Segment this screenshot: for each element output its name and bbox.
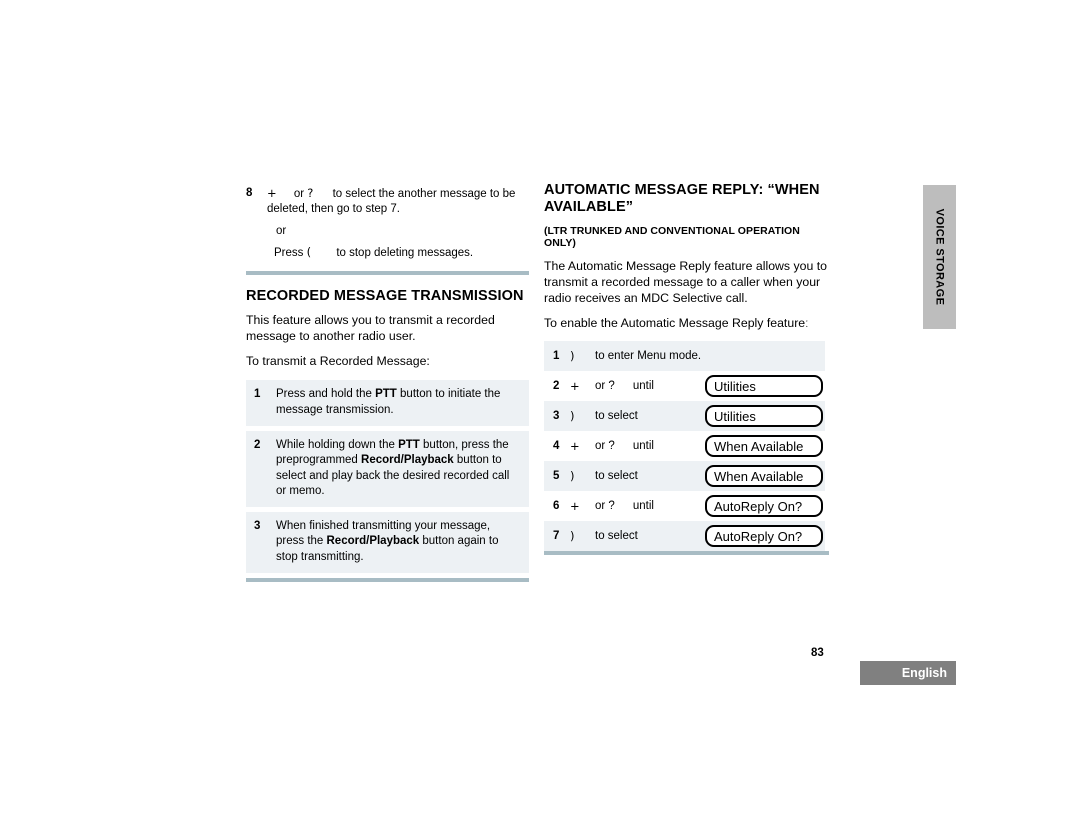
auto-reply-paragraph-2: To enable the Automatic Message Reply fe… bbox=[544, 316, 809, 331]
radio-display-readout: Utilities bbox=[705, 375, 823, 398]
menu-key-icon: ) bbox=[570, 349, 575, 364]
menu-step-number: 7 bbox=[553, 530, 560, 543]
auto-message-reply-title: AUTOMATIC MESSAGE REPLY: “WHEN AVAILABLE… bbox=[544, 182, 820, 215]
down-arrow-key-icon: ? bbox=[307, 186, 314, 200]
manual-page: 8 + or ? to select the another message t… bbox=[0, 0, 1080, 834]
language-badge: English bbox=[860, 661, 956, 685]
left-column: 8 + or ? to select the another message t… bbox=[246, 186, 529, 582]
chapter-tab-label: VOICE STORAGE bbox=[933, 208, 946, 306]
menu-step-number: 2 bbox=[553, 380, 560, 393]
section-divider-top bbox=[246, 270, 529, 275]
press-stop-text: to stop deleting messages. bbox=[336, 247, 474, 260]
radio-display-readout: AutoReply On? bbox=[705, 495, 823, 518]
menu-step-row: 7) to select AutoReply On? bbox=[544, 521, 825, 552]
auto-message-reply-subtitle: (LTR TRUNKED AND CONVENTIONAL OPERATION … bbox=[544, 224, 800, 250]
menu-key-icon: + bbox=[570, 379, 580, 394]
menu-steps-table: 1) to enter Menu mode. 2 + or ? until Utilitie… bbox=[544, 341, 825, 552]
menu-key-icon: ) bbox=[570, 469, 575, 484]
step-text: While holding down the PTT button, press… bbox=[276, 438, 521, 499]
menu-action-label: to select bbox=[595, 470, 638, 483]
recorded-message-intro: This feature allows you to transmit a re… bbox=[246, 313, 495, 344]
menu-action-label: or ? bbox=[595, 500, 615, 513]
radio-display-readout: When Available bbox=[705, 465, 823, 488]
step-number: 8 bbox=[246, 187, 253, 199]
emphasis-term: Record/Playback bbox=[361, 454, 454, 467]
menu-step-number: 5 bbox=[553, 470, 560, 483]
recorded-message-leadin: To transmit a Recorded Message: bbox=[246, 354, 430, 369]
menu-step-action: to enter Menu mode. bbox=[595, 350, 825, 362]
menu-key-icon: + bbox=[570, 439, 580, 454]
menu-action-label: or ? bbox=[595, 440, 615, 453]
auto-reply-paragraph-1: The Automatic Message Reply feature allo… bbox=[544, 259, 827, 306]
press-stop-line: Press ( to stop deleting messages. bbox=[246, 245, 529, 261]
language-label: English bbox=[901, 666, 947, 680]
menu-step-row: 2 + or ? until Utilities bbox=[544, 371, 825, 401]
menu-step-row: 1) to enter Menu mode. bbox=[544, 341, 825, 372]
menu-step-number: 1 bbox=[553, 350, 560, 363]
step-text: + or ? to select the another message to … bbox=[267, 186, 529, 218]
radio-display-readout: AutoReply On? bbox=[705, 525, 823, 548]
menu-step-row: 5) to select When Available bbox=[544, 461, 825, 492]
emphasis-term: PTT bbox=[375, 388, 397, 401]
menu-until-label: until bbox=[632, 380, 654, 393]
recorded-message-steps: 1 Press and hold the PTT button to initia… bbox=[246, 380, 529, 573]
step-number: 1 bbox=[254, 388, 261, 401]
radio-display-readout: Utilities bbox=[705, 405, 823, 428]
right-column: AUTOMATIC MESSAGE REPLY: “WHEN AVAILABLE… bbox=[544, 182, 829, 556]
menu-table-divider bbox=[544, 551, 829, 556]
instruction-step: 2 While holding down the PTT button, pres… bbox=[246, 430, 529, 508]
menu-until-label: until bbox=[632, 440, 654, 453]
emphasis-term: PTT bbox=[398, 438, 420, 451]
or-separator-line: or bbox=[276, 224, 287, 237]
page-number: 83 bbox=[811, 647, 824, 659]
menu-step-number: 3 bbox=[553, 410, 560, 423]
menu-action-label: to select bbox=[595, 410, 638, 423]
menu-key-icon: ) bbox=[570, 529, 575, 544]
emphasis-term: Record/Playback bbox=[326, 535, 420, 548]
menu-until-label: until bbox=[632, 500, 654, 513]
up-arrow-key-icon: + bbox=[267, 186, 277, 200]
menu-step-row: 6 + or ? until AutoReply On? bbox=[544, 491, 825, 521]
continued-step-8: 8 + or ? to select the another message t… bbox=[246, 186, 529, 218]
menu-action-label: to enter Menu mode. bbox=[595, 350, 702, 363]
press-label: Press bbox=[274, 247, 304, 260]
or-label: or bbox=[293, 188, 305, 200]
instruction-step: 3 When finished transmitting your message… bbox=[246, 512, 529, 573]
menu-action-label: or ? bbox=[595, 380, 615, 393]
step-text-run: While holding down the bbox=[276, 438, 399, 451]
step-text: When finished transmitting your message,… bbox=[276, 519, 521, 565]
instruction-step: 1 Press and hold the PTT button to initia… bbox=[246, 380, 529, 426]
radio-display-readout: When Available bbox=[705, 435, 823, 458]
menu-action-label: to select bbox=[595, 530, 638, 543]
menu-step-number: 6 bbox=[553, 500, 560, 513]
home-key-icon: ( bbox=[306, 245, 312, 260]
step-number: 2 bbox=[254, 438, 261, 451]
step-text-run: Press and hold the bbox=[276, 388, 376, 401]
menu-step-row: 4 + or ? until When Available bbox=[544, 431, 825, 461]
menu-step-row: 3) to select Utilities bbox=[544, 401, 825, 432]
recorded-message-title: RECORDED MESSAGE TRANSMISSION bbox=[246, 287, 524, 304]
step-text: Press and hold the PTT button to initiat… bbox=[276, 387, 521, 418]
step-number: 3 bbox=[254, 520, 261, 533]
menu-key-icon: ) bbox=[570, 409, 575, 424]
menu-step-number: 4 bbox=[553, 440, 560, 453]
menu-key-icon: + bbox=[570, 499, 580, 514]
step-body: to select the another message to be dele… bbox=[267, 188, 516, 216]
chapter-tab-voice-storage: VOICE STORAGE bbox=[923, 185, 956, 329]
section-divider-bottom bbox=[246, 577, 529, 582]
